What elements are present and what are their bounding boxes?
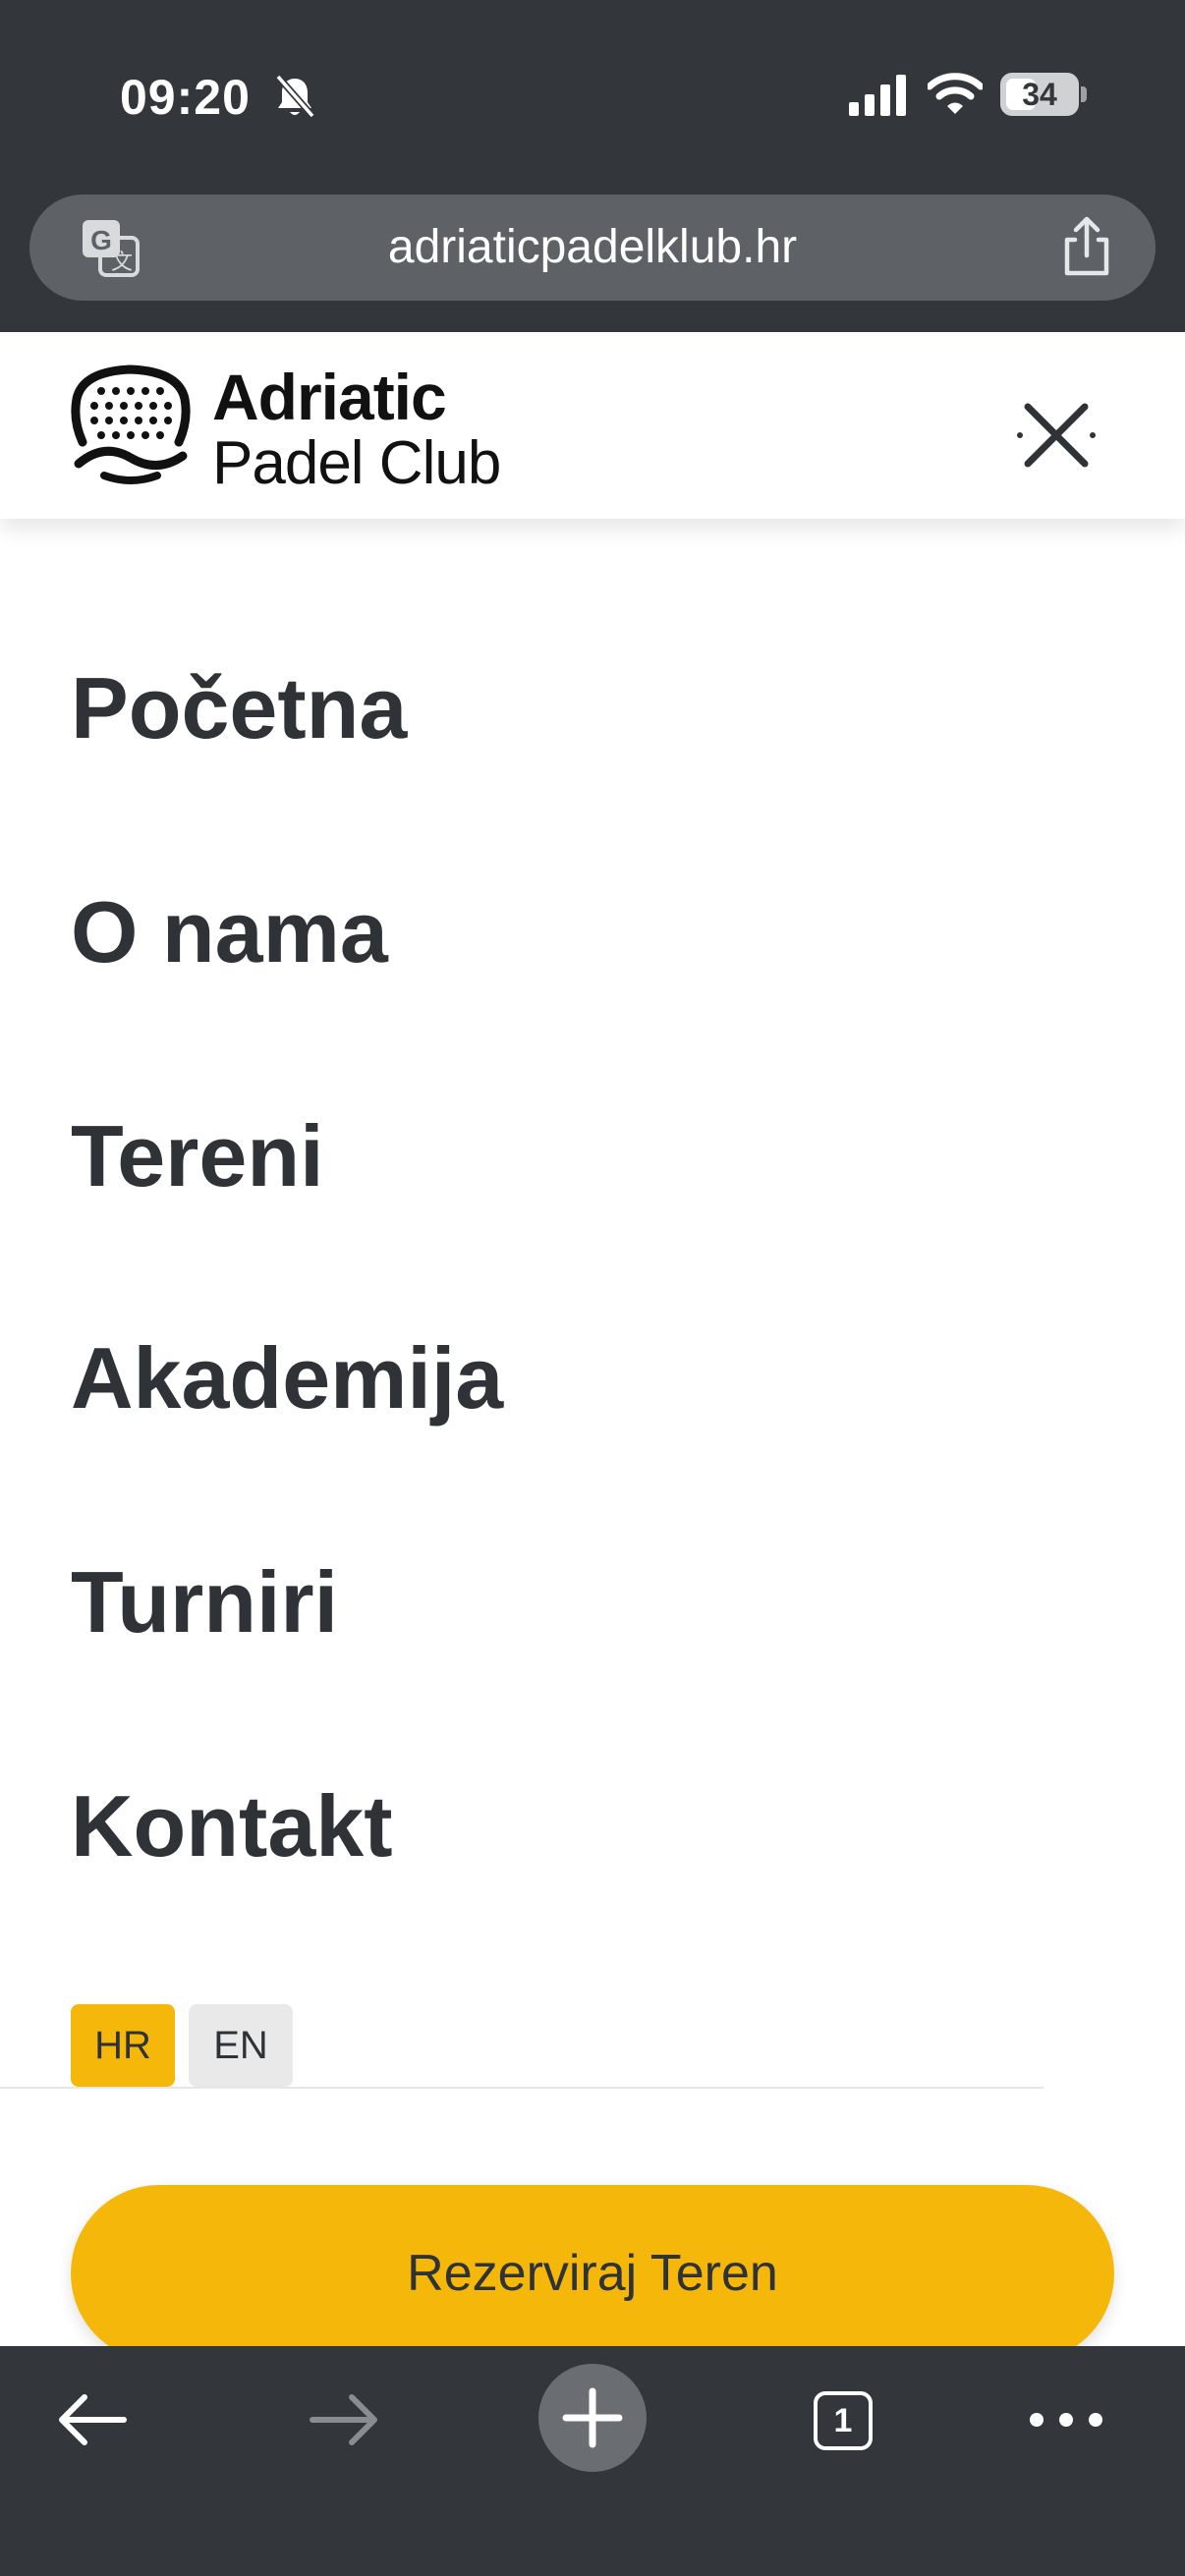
browser-bottom-toolbar: 1 — [0, 2346, 1185, 2576]
language-en-button[interactable]: EN — [189, 2004, 293, 2087]
menu-item-tereni[interactable]: Tereni — [71, 1106, 324, 1206]
tab-count: 1 — [814, 2391, 873, 2450]
menu-item-akademija[interactable]: Akademija — [71, 1328, 503, 1428]
language-switch: HR EN — [71, 2004, 1114, 2089]
back-icon[interactable] — [49, 2376, 138, 2464]
wifi-icon — [928, 73, 983, 114]
menu-item-turniri[interactable]: Turniri — [71, 1552, 338, 1652]
new-tab-button[interactable] — [538, 2364, 647, 2472]
logo-wordmark-adriatic[interactable]: Adriatic — [212, 360, 447, 434]
logo-padel-text: Padel — [212, 429, 365, 497]
padel-racket-logo-icon[interactable] — [69, 362, 193, 491]
address-bar[interactable]: G 文 adriaticpadelklub.hr — [29, 195, 1156, 301]
bell-off-icon — [275, 74, 315, 119]
menu-item-kontakt[interactable]: Kontakt — [71, 1776, 393, 1876]
forward-icon[interactable] — [299, 2376, 387, 2464]
logo-club-text: Club — [363, 429, 502, 497]
browser-top-bar: 09:20 34 G 文 adriaticpadelklub.hr — [0, 0, 1185, 332]
menu-item-pocetna[interactable]: Početna — [71, 658, 407, 758]
battery-tip — [1081, 86, 1087, 102]
divider — [0, 2087, 1044, 2089]
language-hr-button[interactable]: HR — [71, 2004, 175, 2087]
menu-item-o-nama[interactable]: O nama — [71, 882, 388, 982]
logo-wordmark-padel-club[interactable]: Padel Club — [212, 428, 502, 498]
plus-icon — [562, 2387, 623, 2448]
battery-icon: 34 — [1000, 73, 1079, 116]
reserve-court-button[interactable]: Rezerviraj Teren — [71, 2185, 1114, 2362]
close-icon[interactable] — [1012, 391, 1100, 479]
battery-level: 34 — [1022, 77, 1057, 112]
signal-icon — [849, 75, 906, 116]
status-time: 09:20 — [120, 70, 251, 125]
url-text[interactable]: adriaticpadelklub.hr — [29, 220, 1156, 274]
more-icon[interactable] — [1022, 2395, 1110, 2444]
site-header: Adriatic Padel Club — [0, 332, 1185, 519]
tabs-icon[interactable]: 1 — [796, 2374, 890, 2468]
share-icon[interactable] — [1057, 216, 1116, 279]
